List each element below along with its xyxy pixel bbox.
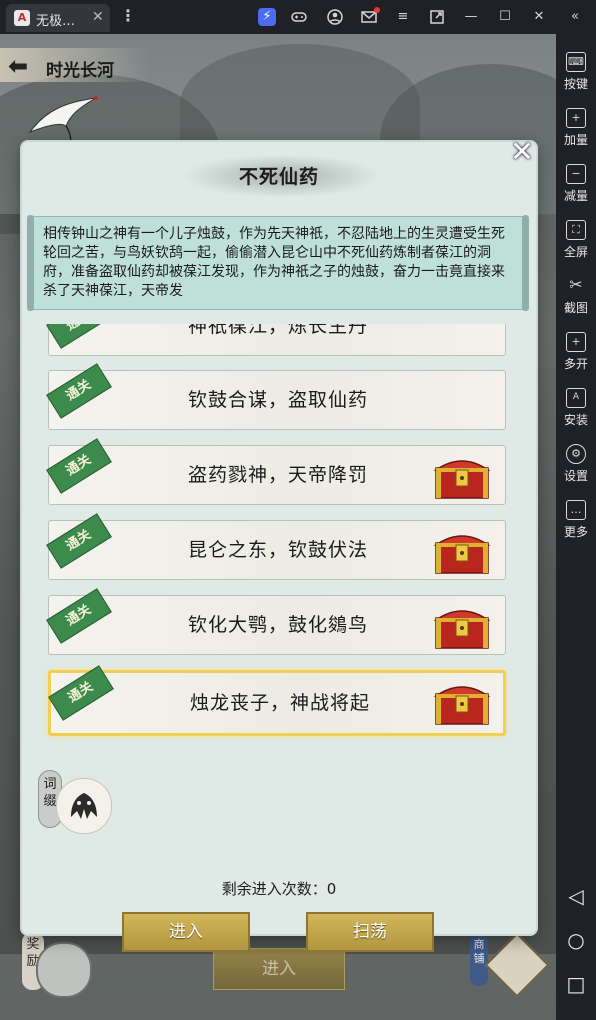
menu-icon[interactable]: ≡	[394, 8, 412, 26]
shop-tag: 商铺	[470, 934, 488, 986]
collapse-sidebar-icon[interactable]: «	[566, 8, 584, 26]
sidebar-item-label: 全屏	[563, 245, 588, 259]
recents-square-icon[interactable]: □	[566, 972, 586, 996]
sweep-button[interactable]: 扫荡	[306, 912, 434, 952]
home-circle-icon[interactable]: ○	[566, 928, 586, 952]
sidebar-item-fullscreen[interactable]: ⛶ 全屏	[556, 212, 596, 268]
sidebar-item-volume-down[interactable]: − 减量	[556, 156, 596, 212]
stage-item[interactable]: 通关 钦鼓合谋，盗取仙药	[46, 363, 506, 430]
sidebar-item-keymap[interactable]: ⌨ 按键	[556, 44, 596, 100]
app-logo-icon: A	[14, 10, 30, 26]
reward-chest-icon	[36, 942, 92, 998]
shop-pavilion-icon	[484, 932, 550, 998]
stage-dialog: 不死仙药 ✕ 相传钟山之神有一个儿子烛鼓，作为先天神祇，不忍陆地上的生灵遭受生死…	[22, 138, 536, 952]
treasure-chest-icon[interactable]	[433, 527, 491, 575]
treasure-chest-icon[interactable]	[433, 678, 491, 726]
settings-icon: ⚙	[566, 444, 586, 464]
stage-name: 神祇葆江，炼长生丹	[187, 324, 368, 337]
remaining-entries: 剩余进入次数：0	[221, 880, 337, 898]
emulator-sidebar: ⌨ 按键 + 加量 − 减量 ⛶ 全屏 ✂ 截图 + 多开 A 安装 ⚙ 设置 …	[556, 34, 596, 1020]
menu-dots-icon[interactable]: ⋮	[120, 6, 136, 25]
stage-name: 钦鼓合谋，盗取仙药	[187, 389, 368, 411]
background-enter-button[interactable]: 进入	[213, 948, 345, 990]
stage-item[interactable]: 通关 神祇葆江，炼长生丹	[46, 324, 506, 356]
sidebar-item-label: 安装	[563, 413, 588, 427]
back-arrow-icon[interactable]: ⬅	[8, 52, 28, 80]
sidebar-item-settings[interactable]: ⚙ 设置	[556, 436, 596, 492]
back-triangle-icon[interactable]: ◁	[566, 884, 586, 908]
sidebar-item-label: 更多	[563, 525, 588, 539]
treasure-chest-icon[interactable]	[433, 452, 491, 500]
dialog-title: 不死仙药	[238, 166, 319, 188]
page-title: 时光长河	[46, 61, 114, 81]
tab-close-icon[interactable]: ✕	[92, 9, 104, 25]
apk-icon: A	[566, 388, 586, 408]
stage-item[interactable]: 通关 钦化大鹗，鼓化鵕鸟	[46, 588, 506, 655]
sidebar-item-label: 截图	[563, 301, 588, 315]
sidebar-item-screenshot[interactable]: ✂ 截图	[556, 268, 596, 324]
enter-button[interactable]: 进入	[122, 912, 250, 952]
stage-list[interactable]: 通关 神祇葆江，炼长生丹 通关 钦鼓合谋，盗取仙药 通关 盗药戮神，天帝降罚	[36, 324, 520, 754]
more-icon: …	[566, 500, 586, 520]
sidebar-item-volume-up[interactable]: + 加量	[556, 100, 596, 156]
sidebar-item-label: 多开	[563, 357, 588, 371]
affix-button[interactable]	[56, 778, 112, 834]
minimize-icon[interactable]: —	[462, 8, 480, 26]
mail-badge	[374, 7, 380, 13]
keyboard-icon: ⌨	[566, 52, 586, 72]
sidebar-item-multi-instance[interactable]: + 多开	[556, 324, 596, 380]
sidebar-item-label: 加量	[563, 133, 588, 147]
back-bar[interactable]: ⬅ 时光长河	[0, 48, 150, 82]
scroll-roller-right	[522, 215, 529, 311]
scissors-icon: ✂	[569, 275, 583, 294]
treasure-chest-icon[interactable]	[433, 602, 491, 650]
close-icon[interactable]: ✕	[508, 138, 536, 166]
background-shop-button[interactable]: 商铺	[470, 932, 550, 1004]
emulator-title-bar: A 无极… ✕ ⋮ ⚡ ≡ — ☐ ✕ «	[0, 0, 596, 34]
user-icon[interactable]	[326, 8, 344, 26]
dragon-emblem-icon	[71, 793, 97, 819]
window-close-icon[interactable]: ✕	[530, 8, 548, 26]
stage-item-selected[interactable]: 通关 烛龙丧子，神战将起	[48, 665, 506, 736]
gamepad-icon[interactable]	[290, 8, 308, 26]
multi-instance-icon: +	[566, 332, 586, 352]
sidebar-item-label: 减量	[563, 189, 588, 203]
sidebar-item-install-apk[interactable]: A 安装	[556, 380, 596, 436]
volume-down-icon: −	[566, 164, 586, 184]
stage-item[interactable]: 通关 盗药戮神，天帝降罚	[46, 438, 506, 505]
maximize-icon[interactable]: ☐	[496, 8, 514, 26]
volume-up-icon: +	[566, 108, 586, 128]
sidebar-item-more[interactable]: … 更多	[556, 492, 596, 548]
fullscreen-icon: ⛶	[566, 220, 586, 240]
stage-item[interactable]: 通关 昆仑之东，钦鼓伏法	[46, 513, 506, 580]
game-viewport: ⬅ 时光长河 奖励 进入 商铺 不死仙药 ✕ 相传钟山之神有一个儿子烛鼓，作为先…	[0, 34, 556, 1020]
sidebar-item-label: 设置	[563, 469, 588, 483]
bolt-icon[interactable]: ⚡	[258, 8, 276, 26]
app-tab[interactable]: A 无极… ✕	[6, 4, 110, 32]
story-text: 相传钟山之神有一个儿子烛鼓，作为先天神祇，不忍陆地上的生灵遭受生死轮回之苦，与鸟…	[43, 226, 505, 297]
tab-title: 无极…	[36, 14, 76, 29]
background-reward-button[interactable]: 奖励	[22, 932, 92, 1002]
popout-icon[interactable]	[428, 8, 446, 26]
scroll-roller-left	[27, 215, 34, 311]
story-scroll[interactable]: 相传钟山之神有一个儿子烛鼓，作为先天神祇，不忍陆地上的生灵遭受生死轮回之苦，与鸟…	[27, 215, 529, 311]
sidebar-item-label: 按键	[563, 77, 588, 91]
